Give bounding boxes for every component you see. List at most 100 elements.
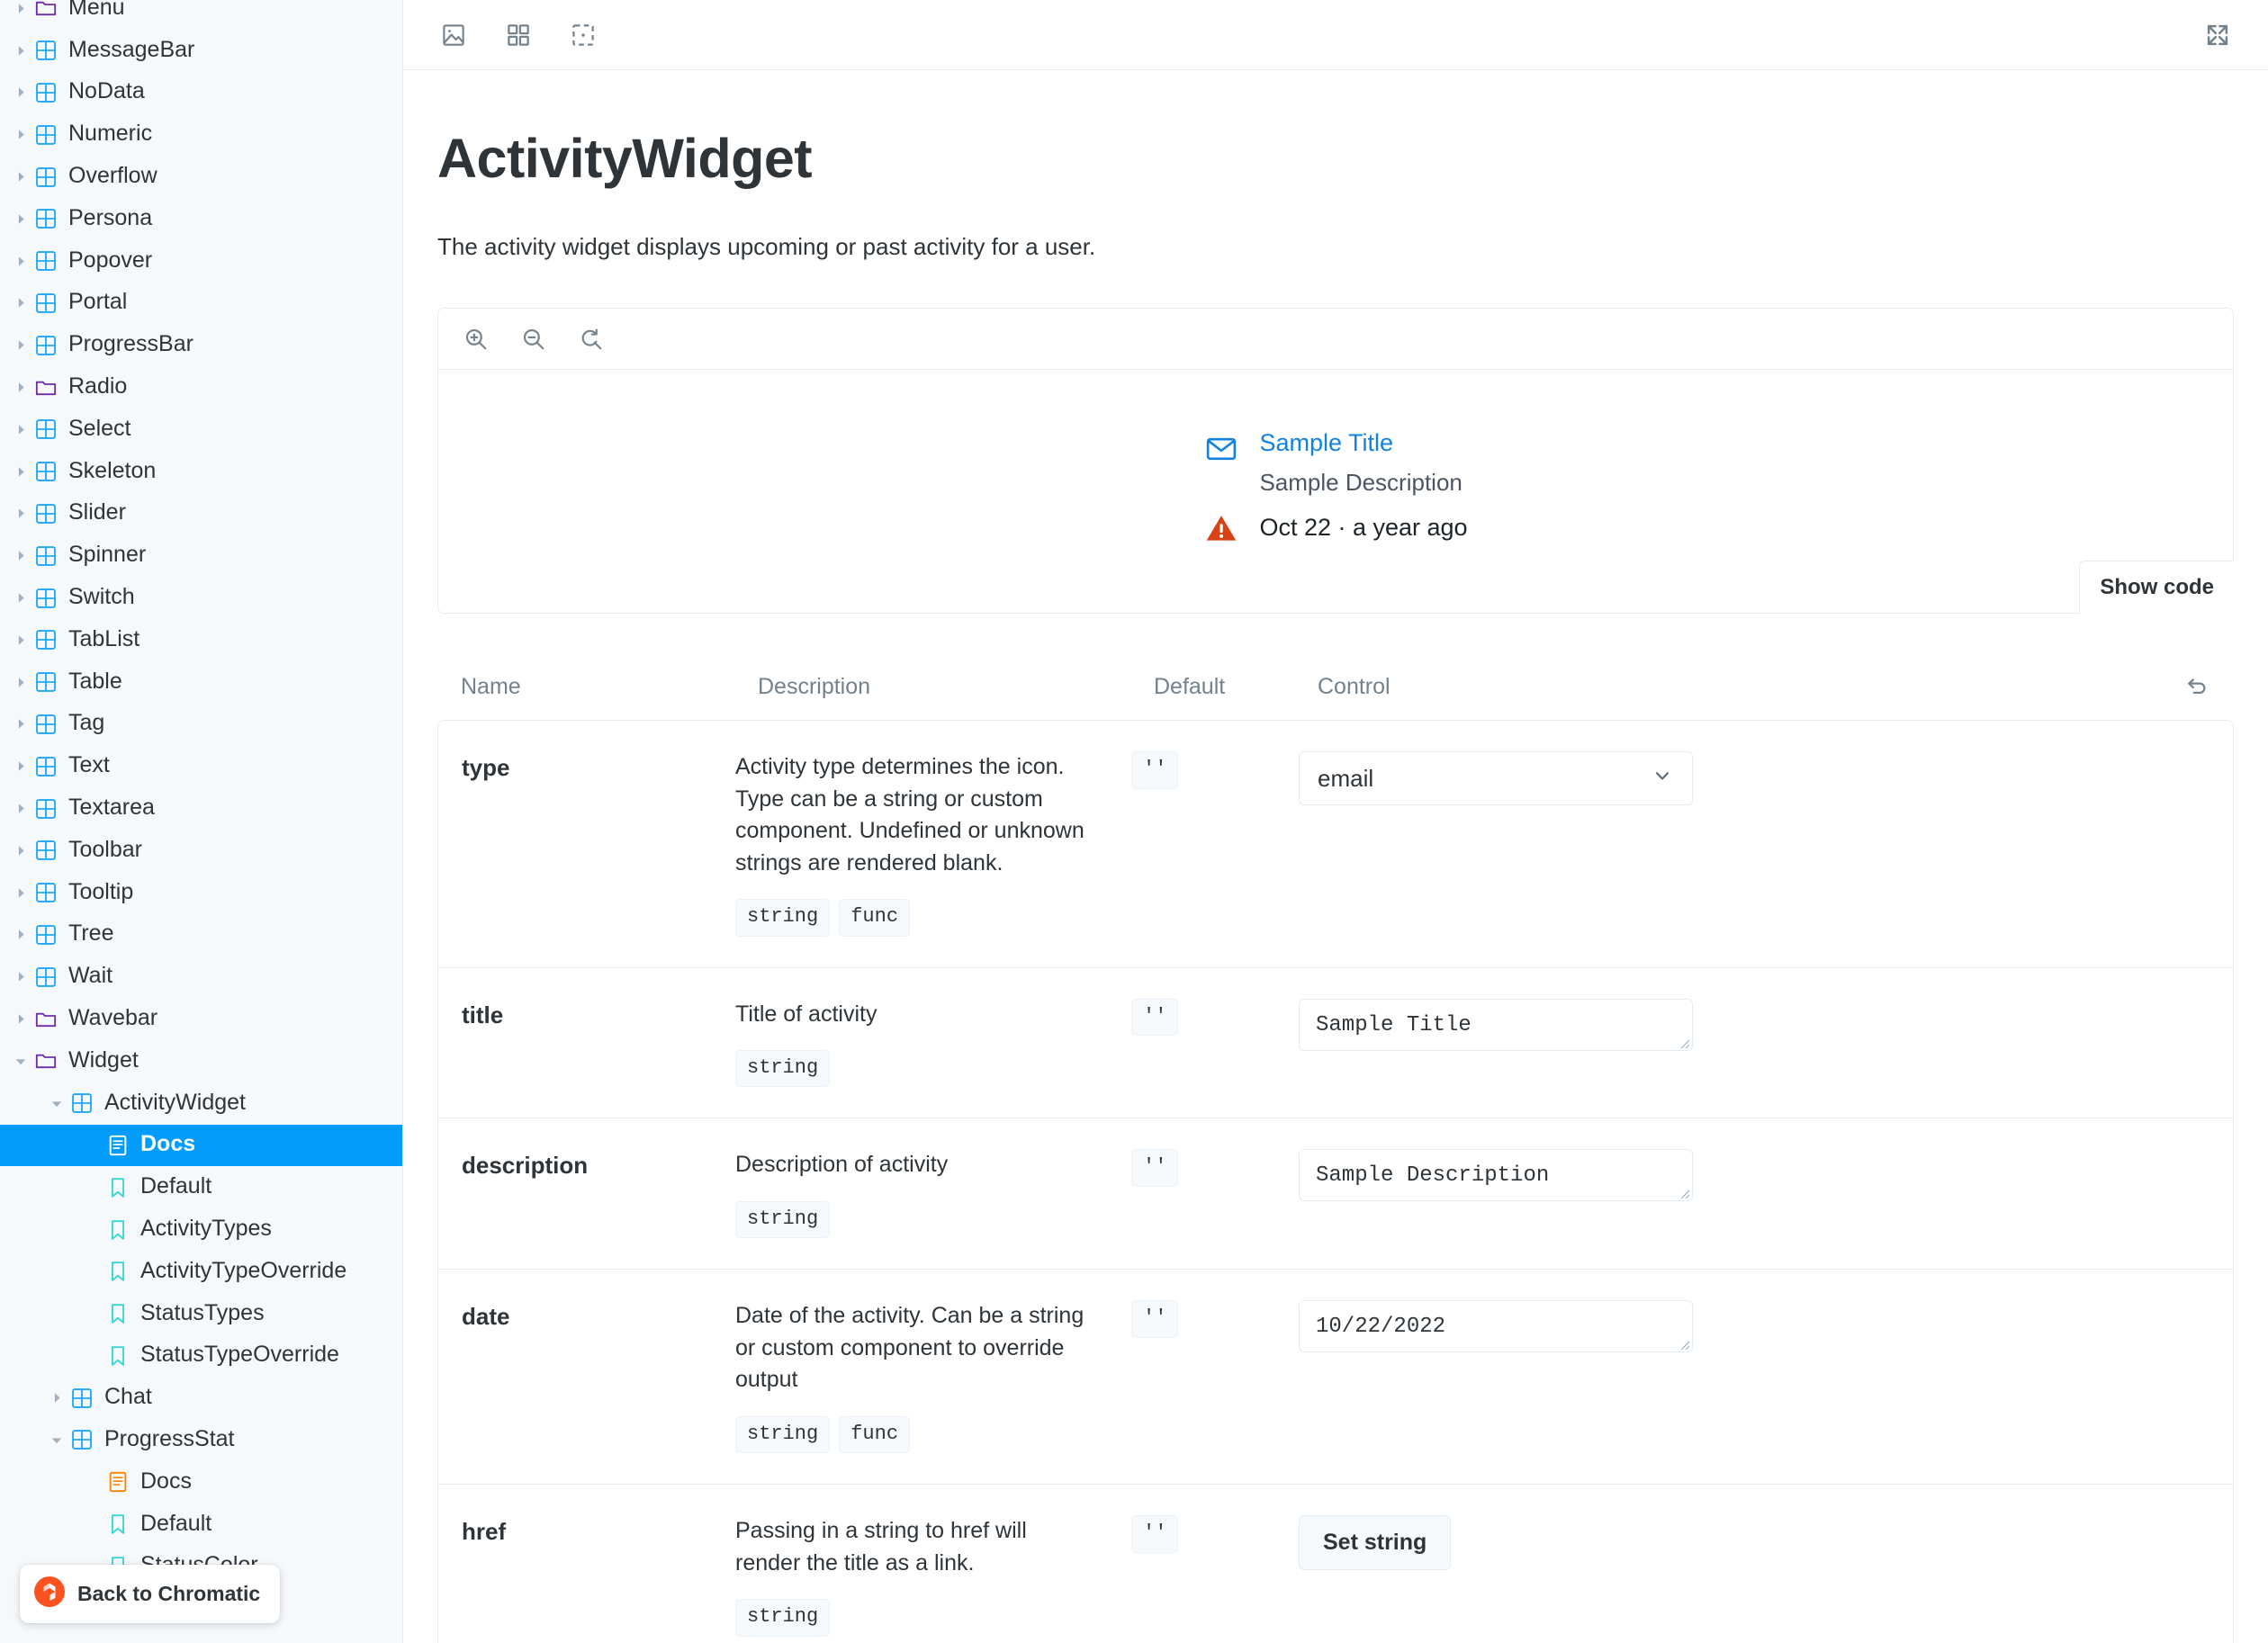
control-textarea-title[interactable]: Sample Title	[1299, 998, 1693, 1051]
control-textarea-wrap: 10/22/2022	[1299, 1300, 1693, 1353]
component-icon	[31, 587, 61, 610]
control-textarea-date[interactable]: 10/22/2022	[1299, 1300, 1693, 1353]
sidebar-item-messagebar[interactable]: MessageBar	[0, 30, 402, 72]
sidebar-item-select[interactable]: Select	[0, 409, 402, 451]
chevron-right-icon[interactable]	[11, 677, 31, 688]
grid-icon[interactable]	[495, 12, 542, 58]
sidebar-item-tooltip[interactable]: Tooltip	[0, 872, 402, 914]
component-icon	[31, 249, 61, 273]
sidebar-item-radio[interactable]: Radio	[0, 366, 402, 409]
back-to-chromatic-button[interactable]: Back to Chromatic	[20, 1565, 281, 1623]
chevron-down-icon[interactable]	[51, 1093, 63, 1113]
chevron-right-icon[interactable]	[11, 550, 31, 561]
reset-controls-icon[interactable]	[2156, 673, 2210, 700]
chevron-right-icon[interactable]	[11, 845, 31, 857]
chevron-right-icon[interactable]	[11, 592, 31, 604]
sidebar-item-label: Slider	[68, 499, 126, 525]
chevron-right-icon[interactable]	[11, 634, 31, 646]
sidebar-item-statustypes[interactable]: StatusTypes	[0, 1293, 402, 1335]
sidebar-item-numeric[interactable]: Numeric	[0, 113, 402, 156]
component-icon	[67, 1091, 97, 1115]
activity-title-link[interactable]: Sample Title	[1259, 429, 1393, 456]
sidebar-item-tag[interactable]: Tag	[0, 704, 402, 746]
chevron-right-icon[interactable]	[11, 3, 31, 14]
sidebar-item-skeleton[interactable]: Skeleton	[0, 451, 402, 493]
control-select-type[interactable]: email	[1299, 751, 1693, 806]
chevron-right-icon[interactable]	[11, 382, 31, 393]
sidebar-item-overflow[interactable]: Overflow	[0, 156, 402, 198]
chevron-right-icon[interactable]	[11, 86, 31, 98]
sidebar-item-progressstat[interactable]: ProgressStat	[0, 1419, 402, 1461]
sidebar-item-switch[interactable]: Switch	[0, 577, 402, 619]
sidebar-item-statustypeoverride[interactable]: StatusTypeOverride	[0, 1335, 402, 1378]
sidebar-item-activitytypeoverride[interactable]: ActivityTypeOverride	[0, 1251, 402, 1293]
story-icon	[103, 1302, 133, 1325]
control-set-string-href[interactable]: Set string	[1299, 1515, 1452, 1571]
sidebar-item-tree[interactable]: Tree	[0, 914, 402, 956]
control-textarea-description[interactable]: Sample Description	[1299, 1149, 1693, 1202]
chevron-right-icon[interactable]	[11, 129, 31, 140]
zoom-reset-icon[interactable]	[570, 318, 613, 361]
sidebar-item-toolbar[interactable]: Toolbar	[0, 830, 402, 872]
sidebar-item-activitytypes[interactable]: ActivityTypes	[0, 1208, 402, 1251]
arg-type-list: string func	[735, 1415, 1095, 1454]
show-code-button[interactable]: Show code	[2079, 561, 2234, 615]
sidebar-item-widget[interactable]: Widget	[0, 1040, 402, 1082]
chevron-right-icon[interactable]	[47, 1392, 67, 1404]
canvas-icon[interactable]	[430, 12, 477, 58]
component-icon	[31, 460, 61, 483]
arg-default-cell: ''	[1131, 998, 1295, 1088]
component-icon	[31, 797, 61, 821]
folder-icon	[31, 376, 61, 400]
sidebar-item-text[interactable]: Text	[0, 745, 402, 787]
chevron-right-icon[interactable]	[11, 213, 31, 225]
chevron-right-icon[interactable]	[11, 297, 31, 309]
chevron-right-icon[interactable]	[11, 760, 31, 772]
sidebar-item-default[interactable]: Default	[0, 1504, 402, 1546]
sidebar-item-default[interactable]: Default	[0, 1166, 402, 1208]
sidebar-item-slider[interactable]: Slider	[0, 493, 402, 535]
sidebar-item-menu[interactable]: Menu	[0, 0, 402, 30]
zoom-out-icon[interactable]	[512, 318, 555, 361]
chevron-right-icon[interactable]	[11, 929, 31, 940]
sidebar-item-docs[interactable]: Docs	[0, 1461, 402, 1504]
chevron-right-icon[interactable]	[11, 887, 31, 899]
activity-description: Sample Description	[1259, 468, 1462, 496]
chevron-right-icon[interactable]	[11, 171, 31, 183]
measure-icon[interactable]	[560, 12, 607, 58]
sidebar-item-chat[interactable]: Chat	[0, 1377, 402, 1419]
arg-control-cell: Sample Title	[1295, 998, 2210, 1088]
sidebar-item-progressbar[interactable]: ProgressBar	[0, 324, 402, 366]
chevron-right-icon[interactable]	[11, 339, 31, 351]
chevron-right-icon[interactable]	[11, 45, 31, 57]
sidebar-item-persona[interactable]: Persona	[0, 198, 402, 240]
args-table-header: Name Description Default Control	[437, 673, 2234, 720]
sidebar-item-tablist[interactable]: TabList	[0, 619, 402, 661]
chevron-down-icon[interactable]	[15, 1051, 27, 1071]
arg-description-cell: Passing in a string to href will render …	[735, 1515, 1131, 1637]
sidebar-item-label: Tag	[68, 710, 105, 736]
sidebar-item-docs[interactable]: Docs	[0, 1124, 402, 1167]
sidebar-item-wavebar[interactable]: Wavebar	[0, 998, 402, 1040]
fullscreen-icon[interactable]	[2194, 12, 2241, 58]
sidebar-item-wait[interactable]: Wait	[0, 956, 402, 998]
chevron-right-icon[interactable]	[11, 971, 31, 983]
chevron-down-icon[interactable]	[51, 1430, 63, 1450]
sidebar-item-table[interactable]: Table	[0, 661, 402, 704]
sidebar-item-spinner[interactable]: Spinner	[0, 534, 402, 577]
chevron-right-icon[interactable]	[11, 466, 31, 478]
folder-icon	[31, 1008, 61, 1031]
chevron-right-icon[interactable]	[11, 1013, 31, 1025]
chevron-right-icon[interactable]	[11, 803, 31, 814]
zoom-in-icon[interactable]	[454, 318, 498, 361]
chevron-right-icon[interactable]	[11, 256, 31, 267]
sidebar-item-portal[interactable]: Portal	[0, 283, 402, 325]
sidebar-item-nodata[interactable]: NoData	[0, 72, 402, 114]
sidebar-item-activitywidget[interactable]: ActivityWidget	[0, 1082, 402, 1125]
chevron-right-icon[interactable]	[11, 507, 31, 519]
arg-name: title	[462, 1001, 504, 1028]
chevron-right-icon[interactable]	[11, 424, 31, 435]
sidebar-item-popover[interactable]: Popover	[0, 240, 402, 283]
sidebar-item-textarea[interactable]: Textarea	[0, 787, 402, 830]
chevron-right-icon[interactable]	[11, 718, 31, 730]
